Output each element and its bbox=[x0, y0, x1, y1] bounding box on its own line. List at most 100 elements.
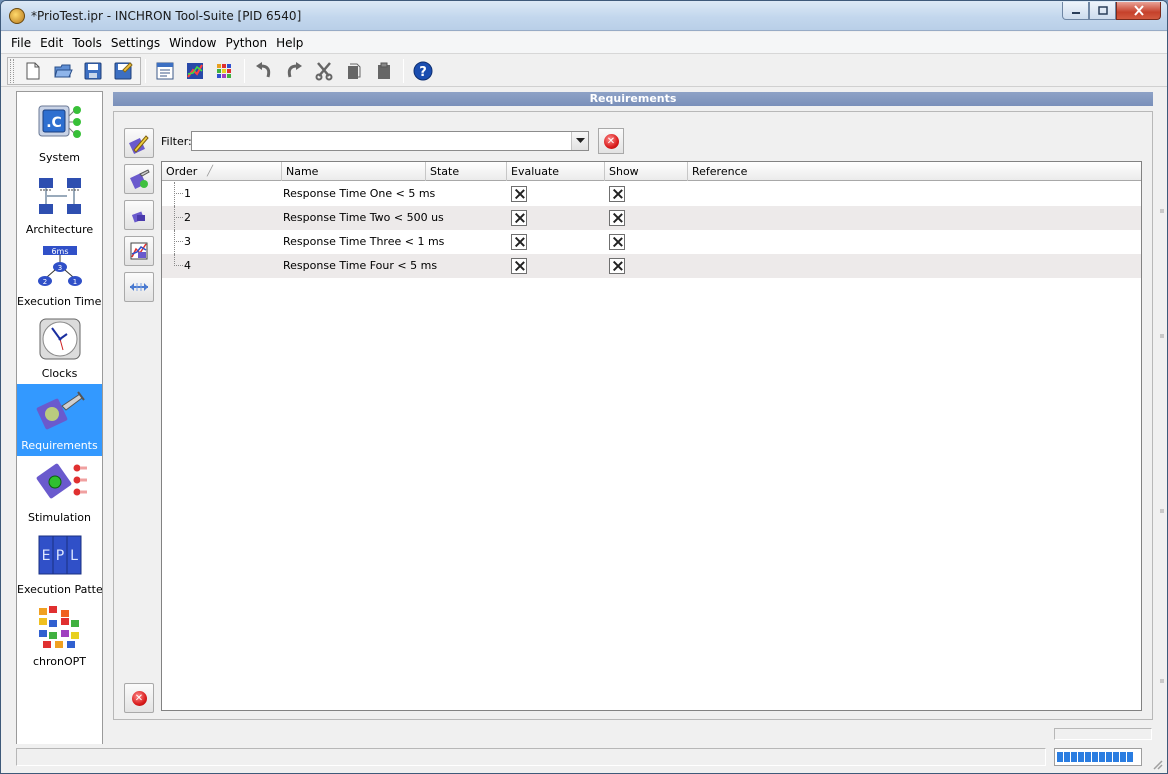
sidebar-item-execution-times[interactable]: 6ms 3 2 1 Execution Times bbox=[17, 240, 102, 312]
chart-button[interactable] bbox=[182, 58, 208, 84]
filter-input[interactable] bbox=[192, 132, 570, 150]
chart-requirement-button[interactable] bbox=[124, 236, 154, 266]
app-logo-icon bbox=[9, 8, 25, 24]
filter-combobox[interactable] bbox=[191, 131, 589, 151]
show-checkbox[interactable] bbox=[609, 234, 625, 250]
column-header-evaluate[interactable]: Evaluate bbox=[507, 162, 605, 181]
properties-button[interactable] bbox=[152, 58, 178, 84]
undo-icon bbox=[256, 61, 271, 77]
cell-order: 4 bbox=[184, 259, 191, 272]
chronopt-grid-button[interactable] bbox=[212, 58, 238, 84]
table-row[interactable]: 4 Response Time Four < 5 ms bbox=[162, 254, 1141, 278]
toolbar-grip[interactable] bbox=[10, 58, 14, 83]
column-header-order[interactable]: Order ╱ bbox=[162, 162, 282, 181]
new-document-button[interactable] bbox=[20, 58, 46, 84]
show-checkbox[interactable] bbox=[609, 258, 625, 274]
svg-text:2: 2 bbox=[43, 278, 47, 286]
sidebar-item-execution-pattern[interactable]: E P L Execution Patterr bbox=[17, 528, 102, 600]
status-message bbox=[16, 748, 1046, 766]
svg-text:.C: .C bbox=[46, 115, 62, 131]
filter-dropdown-button[interactable] bbox=[571, 132, 588, 150]
sidebar-item-architecture[interactable]: Architecture bbox=[17, 168, 102, 240]
minimize-icon bbox=[1071, 11, 1080, 14]
save-button[interactable] bbox=[80, 58, 106, 84]
menu-edit[interactable]: Edit bbox=[36, 34, 67, 52]
requirements-icon bbox=[36, 391, 85, 430]
stimulation-icon bbox=[36, 463, 87, 499]
sidebar-item-system[interactable]: .C System bbox=[17, 96, 102, 168]
evaluate-checkbox[interactable] bbox=[511, 186, 527, 202]
sidebar-item-label: Stimulation bbox=[28, 511, 91, 524]
menu-python[interactable]: Python bbox=[221, 34, 271, 52]
duplicate-requirement-icon bbox=[131, 211, 145, 223]
menu-tools[interactable]: Tools bbox=[68, 34, 106, 52]
column-header-state[interactable]: State bbox=[426, 162, 507, 181]
menu-file[interactable]: File bbox=[7, 34, 35, 52]
sidebar-item-label: Requirements bbox=[21, 439, 98, 452]
table-row[interactable]: 3 Response Time Three < 1 ms bbox=[162, 230, 1141, 254]
sidebar-item-label: Architecture bbox=[25, 223, 94, 236]
sidebar-item-chronopt[interactable]: chronOPT bbox=[17, 600, 102, 672]
new-document-icon bbox=[26, 62, 40, 79]
menu-settings[interactable]: Settings bbox=[107, 34, 164, 52]
sidebar-item-requirements[interactable]: Requirements bbox=[17, 384, 102, 456]
dock-splitter[interactable] bbox=[1158, 89, 1166, 769]
resize-grip-icon[interactable] bbox=[1151, 758, 1163, 770]
delete-icon: ✕ bbox=[131, 690, 147, 706]
chronopt-icon bbox=[39, 606, 79, 648]
save-as-icon bbox=[114, 61, 133, 79]
cell-name: Response Time Four < 5 ms bbox=[283, 259, 438, 272]
delete-requirement-button[interactable]: ✕ bbox=[124, 683, 154, 713]
svg-text:1: 1 bbox=[73, 278, 77, 286]
page-title: Requirements bbox=[113, 92, 1153, 106]
open-folder-icon bbox=[54, 64, 73, 77]
save-icon bbox=[84, 62, 102, 79]
maximize-button[interactable] bbox=[1089, 2, 1116, 20]
evaluate-checkbox[interactable] bbox=[511, 234, 527, 250]
show-checkbox[interactable] bbox=[609, 210, 625, 226]
toolbar-file-group bbox=[7, 56, 141, 85]
toolbar: ? bbox=[1, 55, 1167, 87]
edit-requirement-icon bbox=[129, 135, 149, 154]
evaluate-checkbox[interactable] bbox=[511, 210, 527, 226]
close-button[interactable] bbox=[1116, 2, 1161, 20]
redo-button[interactable] bbox=[281, 58, 307, 84]
link-requirement-button[interactable] bbox=[124, 272, 154, 302]
svg-text:3: 3 bbox=[58, 264, 62, 272]
edit-requirement-button[interactable] bbox=[124, 128, 154, 158]
paste-button[interactable] bbox=[371, 58, 397, 84]
sidebar-item-stimulation[interactable]: Stimulation bbox=[17, 456, 102, 528]
sidebar-item-clocks[interactable]: Clocks bbox=[17, 312, 102, 384]
table-header: Order ╱ Name State Evaluate Show Referen… bbox=[162, 162, 1141, 181]
menu-help[interactable]: Help bbox=[272, 34, 307, 52]
chevron-down-icon bbox=[575, 138, 585, 143]
open-folder-button[interactable] bbox=[50, 58, 76, 84]
filter-label: Filter: bbox=[161, 135, 192, 148]
add-requirement-icon bbox=[130, 169, 150, 189]
minimize-button[interactable] bbox=[1062, 2, 1089, 20]
clear-icon: ✕ bbox=[603, 133, 619, 149]
status-indicator bbox=[1054, 728, 1152, 740]
status-bar bbox=[1, 728, 1167, 773]
clear-filter-button[interactable]: ✕ bbox=[598, 128, 624, 154]
column-header-show[interactable]: Show bbox=[605, 162, 688, 181]
progress-bar bbox=[1054, 748, 1142, 766]
cut-button[interactable] bbox=[311, 58, 337, 84]
table-row[interactable]: 2 Response Time Two < 500 us bbox=[162, 206, 1141, 230]
column-header-name[interactable]: Name bbox=[282, 162, 426, 181]
cell-name: Response Time Three < 1 ms bbox=[283, 235, 445, 248]
show-checkbox[interactable] bbox=[609, 186, 625, 202]
undo-button[interactable] bbox=[251, 58, 277, 84]
help-button[interactable]: ? bbox=[410, 58, 436, 84]
svg-text:6ms: 6ms bbox=[51, 247, 68, 256]
save-as-button[interactable] bbox=[110, 58, 136, 84]
menu-window[interactable]: Window bbox=[165, 34, 220, 52]
duplicate-requirement-button[interactable] bbox=[124, 200, 154, 230]
column-header-reference[interactable]: Reference bbox=[688, 162, 1141, 181]
copy-button[interactable] bbox=[341, 58, 367, 84]
table-row[interactable]: 1 Response Time One < 5 ms bbox=[162, 182, 1141, 206]
evaluate-checkbox[interactable] bbox=[511, 258, 527, 274]
add-requirement-button[interactable] bbox=[124, 164, 154, 194]
paste-icon bbox=[378, 62, 390, 79]
cell-order: 2 bbox=[184, 211, 191, 224]
